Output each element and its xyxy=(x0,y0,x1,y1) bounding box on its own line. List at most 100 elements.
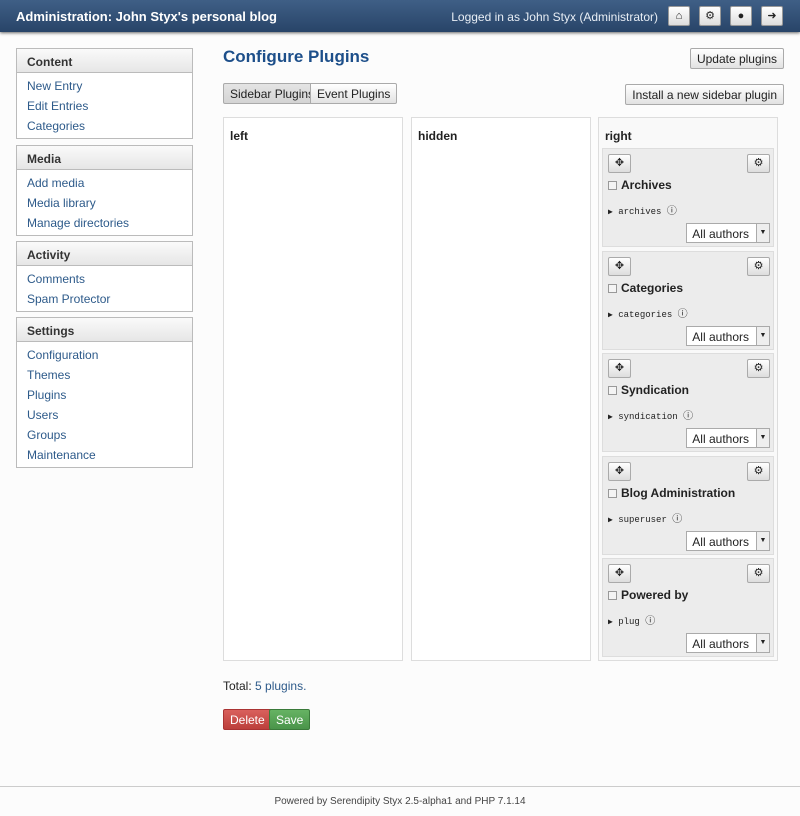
author-select[interactable]: All authors ▼ xyxy=(686,325,770,346)
header: Administration: John Styx's personal blo… xyxy=(0,0,800,32)
move-handle-icon[interactable]: ✥ xyxy=(608,359,631,378)
info-icon[interactable]: ⓘ xyxy=(667,206,677,217)
plugin-id: categories xyxy=(618,309,673,320)
sidebar-section-media: Media Add media Media library Manage direct… xyxy=(16,145,193,236)
move-handle-icon[interactable]: ✥ xyxy=(608,154,631,173)
plugin-card: ✥ ⚙ Syndication ▶ syndication ⓘ All auth… xyxy=(602,353,774,452)
sidebar-section-activity: Activity Comments Spam Protector xyxy=(16,241,193,312)
sidebar-item[interactable]: Groups xyxy=(17,425,192,445)
column-title: hidden xyxy=(418,129,458,143)
author-value: All authors xyxy=(692,227,749,241)
plugin-checkbox[interactable] xyxy=(608,591,617,600)
plugin-id: archives xyxy=(618,207,662,217)
sidebar-item[interactable]: Comments xyxy=(17,269,192,289)
configure-plugin-button[interactable]: ⚙ xyxy=(747,359,770,378)
sidebar-item[interactable]: Add media xyxy=(17,173,192,193)
sidebar-item[interactable]: Themes xyxy=(17,365,192,385)
total-value: 5 plugins. xyxy=(255,679,307,693)
sidebar-item[interactable]: Edit Entries xyxy=(17,96,192,116)
triangle-right-icon: ▶ xyxy=(608,413,613,422)
configure-plugin-button[interactable]: ⚙ xyxy=(747,256,770,276)
info-icon[interactable]: ⓘ xyxy=(645,616,655,627)
chevron-down-icon: ▼ xyxy=(756,531,769,550)
triangle-right-icon: ▶ xyxy=(608,515,613,525)
plugin-name: Blog Administration xyxy=(621,485,736,500)
section-title: Content xyxy=(17,49,192,73)
configure-plugin-button[interactable]: ⚙ xyxy=(747,564,770,583)
plugin-details-toggle[interactable]: ▶ archives ⓘ xyxy=(608,202,677,217)
plugin-details-toggle[interactable]: ▶ superuser ⓘ xyxy=(608,510,682,525)
plugin-name: Syndication xyxy=(621,383,690,397)
footer: Powered by Serendipity Styx 2.5-alpha1 a… xyxy=(0,786,800,807)
total-label: Total: xyxy=(223,679,252,693)
move-handle-icon[interactable]: ✥ xyxy=(608,256,631,276)
author-value: All authors xyxy=(692,432,749,446)
plugin-card: ✥ ⚙ Categories ▶ categories ⓘ All author… xyxy=(602,250,774,350)
author-select[interactable]: All authors ▼ xyxy=(686,428,770,448)
sidebar-item[interactable]: Configuration xyxy=(17,345,192,365)
section-title: Activity xyxy=(17,242,192,266)
sidebar-item[interactable]: Spam Protector xyxy=(17,289,192,309)
section-title: Media xyxy=(17,146,192,170)
sidebar-item[interactable]: Maintenance xyxy=(17,445,192,465)
author-value: All authors xyxy=(692,637,749,651)
author-value: All authors xyxy=(692,534,749,549)
home-button[interactable]: ⌂ xyxy=(668,6,690,26)
plugin-checkbox[interactable] xyxy=(608,386,617,395)
delete-button[interactable]: Delete xyxy=(223,709,272,730)
plugin-details-toggle[interactable]: ▶ syndication ⓘ xyxy=(608,407,693,422)
column-left: left xyxy=(223,117,403,661)
plugin-checkbox[interactable] xyxy=(608,181,617,190)
view-site-button[interactable]: ● xyxy=(730,6,752,26)
move-handle-icon[interactable]: ✥ xyxy=(608,461,631,481)
sidebar-item[interactable]: Users xyxy=(17,405,192,425)
save-button[interactable]: Save xyxy=(269,709,311,730)
move-handle-icon[interactable]: ✥ xyxy=(608,564,631,583)
info-icon[interactable]: ⓘ xyxy=(678,309,688,320)
column-title: left xyxy=(230,129,248,143)
triangle-right-icon: ▶ xyxy=(608,310,613,320)
author-select[interactable]: All authors ▼ xyxy=(686,633,770,653)
plugin-name: Archives xyxy=(621,178,672,192)
app-title: Administration: John Styx's personal blo… xyxy=(16,9,277,24)
plugin-id: superuser xyxy=(618,514,667,525)
sidebar-item[interactable]: New Entry xyxy=(17,76,192,96)
configure-plugin-button[interactable]: ⚙ xyxy=(747,154,770,173)
tab-sidebar-plugins[interactable]: Sidebar Plugins xyxy=(223,83,322,104)
column-hidden: hidden xyxy=(411,117,591,661)
plugin-details-toggle[interactable]: ▶ categories ⓘ xyxy=(608,305,688,320)
plugin-name: Powered by xyxy=(621,588,689,602)
author-select[interactable]: All authors ▼ xyxy=(686,223,770,243)
section-title: Settings xyxy=(17,318,192,342)
plugin-id: plug xyxy=(618,617,640,627)
configure-plugin-button[interactable]: ⚙ xyxy=(747,461,770,481)
triangle-right-icon: ▶ xyxy=(608,208,613,217)
author-value: All authors xyxy=(692,329,749,344)
install-plugin-button[interactable]: Install a new sidebar plugin xyxy=(625,84,784,105)
author-select[interactable]: All authors ▼ xyxy=(686,530,770,551)
sidebar-item[interactable]: Media library xyxy=(17,193,192,213)
update-plugins-button[interactable]: Update plugins xyxy=(689,48,784,69)
plugin-id: syndication xyxy=(618,412,678,422)
page-title: Configure Plugins xyxy=(223,47,370,66)
info-icon[interactable]: ⓘ xyxy=(683,411,693,422)
chevron-down-icon: ▼ xyxy=(756,429,769,447)
plugin-card: ✥ ⚙ Archives ▶ archives ⓘ All authors ▼ xyxy=(602,148,774,247)
sidebar-item[interactable]: Manage directories xyxy=(17,213,192,233)
chevron-down-icon: ▼ xyxy=(756,224,769,242)
plugin-checkbox[interactable] xyxy=(608,488,617,498)
info-icon[interactable]: ⓘ xyxy=(672,514,682,525)
plugin-details-toggle[interactable]: ▶ plug ⓘ xyxy=(608,612,655,627)
sidebar-item[interactable]: Plugins xyxy=(17,385,192,405)
column-right: right ✥ ⚙ Archives ▶ archives ⓘ All auth… xyxy=(598,117,778,661)
tab-event-plugins[interactable]: Event Plugins xyxy=(310,83,398,104)
plugin-checkbox[interactable] xyxy=(608,283,617,293)
logout-button[interactable]: ➜ xyxy=(761,6,783,26)
sidebar-item[interactable]: Categories xyxy=(17,116,192,136)
logged-in-user: Logged in as John Styx (Administrator) xyxy=(451,10,658,24)
total-count: Total: 5 plugins. xyxy=(223,679,306,693)
plugin-card: ✥ ⚙ Powered by ▶ plug ⓘ All authors ▼ xyxy=(602,558,774,657)
settings-button[interactable]: ⚙ xyxy=(699,6,721,26)
chevron-down-icon: ▼ xyxy=(756,634,769,652)
chevron-down-icon: ▼ xyxy=(756,326,769,345)
